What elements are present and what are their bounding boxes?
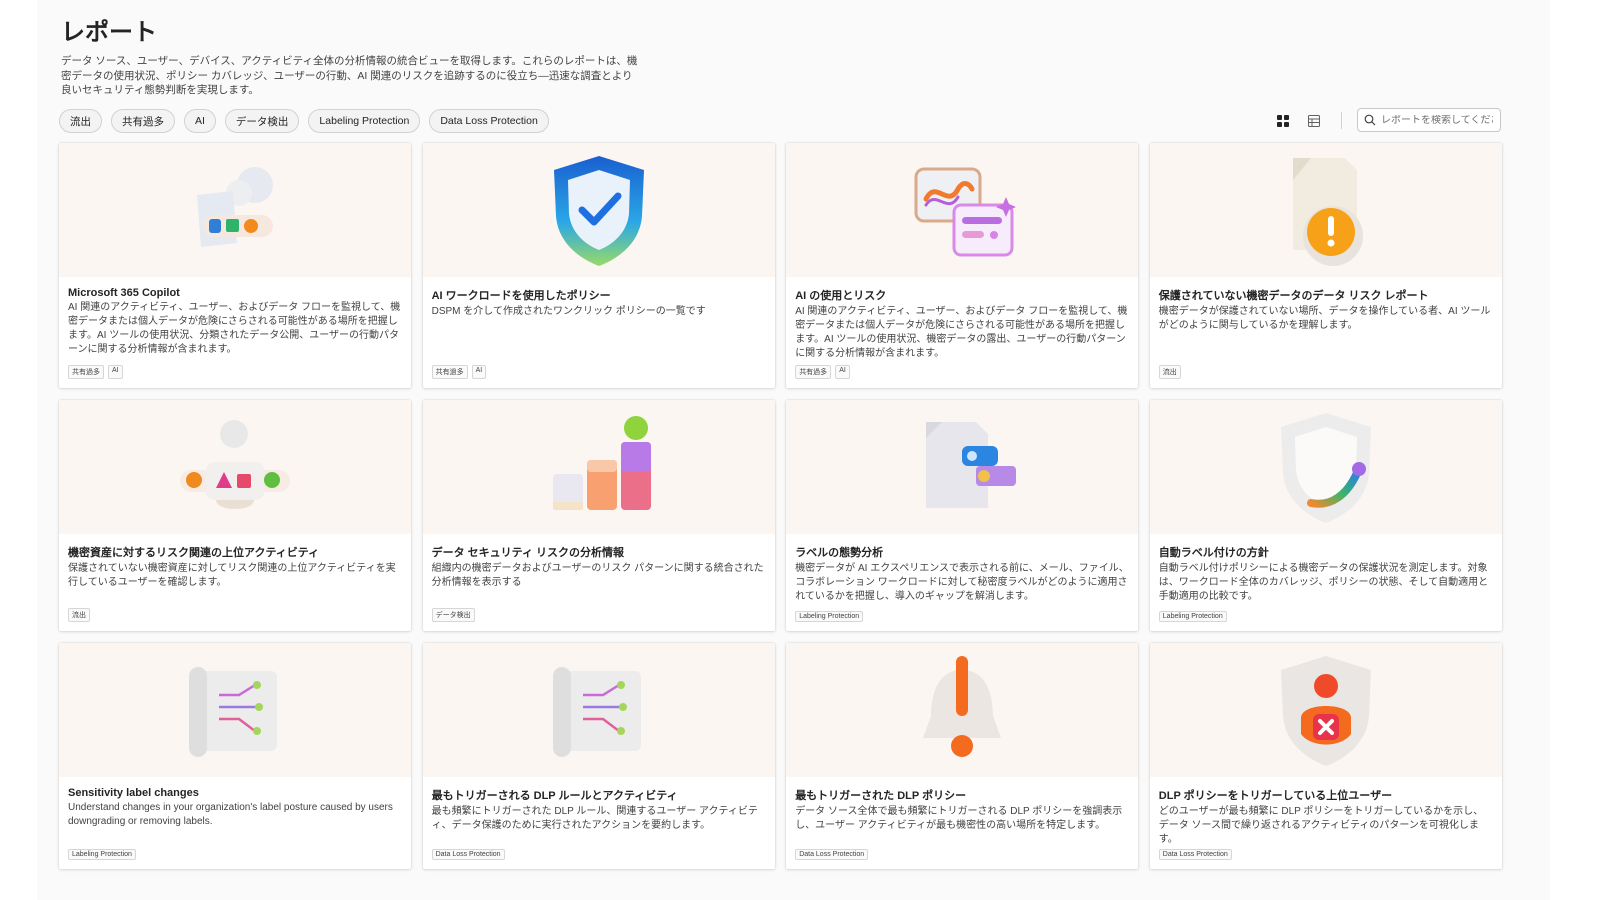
report-card-auto-labeling[interactable]: 自動ラベル付けの方針 自動ラベル付けポリシーによる機密データの保護状況を測定しま… [1149, 400, 1502, 631]
grid-view-icon [1277, 115, 1289, 127]
card-title: ラベルの態勢分析 [795, 547, 884, 559]
card-title: DLP ポリシーをトリガーしている上位ユーザー [1158, 790, 1393, 802]
card-title: Sensitivity label changes [68, 787, 199, 799]
filter-chip-oversharing[interactable]: 共有過多 [111, 109, 175, 133]
list-view-button[interactable] [1304, 111, 1324, 131]
card-title: Microsoft 365 Copilot [68, 287, 180, 299]
card-title: 自動ラベル付けの方針 [1158, 547, 1269, 559]
filter-chip-labeling-protection[interactable]: Labeling Protection [308, 109, 421, 133]
report-card-top-risky-activities[interactable]: 機密資産に対するリスク関連の上位アクティビティ 保護されていない機密資産に対して… [59, 400, 411, 631]
filter-chip-data-discovery[interactable]: データ検出 [224, 109, 300, 133]
card-description: DSPM を介して作成されたワンクリック ポリシーの一覧です [431, 306, 706, 317]
card-title: 最もトリガーされた DLP ポリシー [795, 790, 967, 802]
shield-outline-illustration [1149, 400, 1502, 534]
list-view-icon [1308, 115, 1320, 127]
report-card-top-dlp-rules[interactable]: 最もトリガーされる DLP ルールとアクティビティ 最も頻繁にトリガーされた D… [422, 643, 775, 869]
card-tag: 流出 [68, 608, 90, 622]
card-description: AI 関連のアクティビティ、ユーザー、およびデータ フローを監視して、機密データ… [795, 306, 1128, 359]
report-card-copilot[interactable]: Microsoft 365 Copilot AI 関連のアクティビティ、ユーザー… [59, 143, 411, 388]
card-tag: AI [471, 365, 487, 379]
card-description: 機密データが保護されていない場所、データを操作している者、AI ツールがどのよう… [1158, 306, 1491, 331]
filter-chip-ai[interactable]: AI [184, 109, 216, 133]
user-shapes-illustration [59, 400, 411, 534]
report-card-grid: Microsoft 365 Copilot AI 関連のアクティビティ、ユーザー… [59, 143, 1502, 870]
card-description: Understand changes in your organization'… [68, 802, 393, 827]
page-description: データ ソース、ユーザー、デバイス、アクティビティ全体の分析情報の統合ビューを取… [61, 55, 638, 96]
search-input[interactable] [1381, 114, 1493, 126]
card-title: AI ワークロードを使用したポリシー [431, 290, 611, 302]
card-description: 組織内の機密データおよびユーザーのリスク パターンに関する統合された分析情報を表… [431, 563, 764, 588]
scroll-branches-illustration [422, 643, 775, 777]
search-icon [1364, 114, 1376, 126]
report-card-data-security-risk-insights[interactable]: データ セキュリティ リスクの分析情報 組織内の機密データおよびユーザーのリスク… [422, 400, 775, 631]
card-tag: データ検出 [431, 608, 475, 622]
card-tag: AI [108, 365, 123, 379]
toolbar-divider [1341, 112, 1342, 129]
report-card-label-posture-analysis[interactable]: ラベルの態勢分析 機密データが AI エクスペリエンスで表示される前に、メール、… [786, 400, 1139, 631]
bar-chart-illustration [422, 400, 775, 534]
card-tag: AI [835, 365, 850, 379]
report-card-ai-workload-policies[interactable]: AI ワークロードを使用したポリシー DSPM を介して作成されたワンクリック … [422, 143, 775, 388]
card-description: 保護されていない機密資産に対してリスク関連の上位アクティビティを実行しているユー… [68, 563, 396, 588]
scroll-branches-illustration [59, 643, 411, 777]
report-card-ai-usage-risk[interactable]: AI の使用とリスク AI 関連のアクティビティ、ユーザー、およびデータ フロー… [786, 143, 1139, 388]
shield-check-illustration [422, 143, 775, 277]
card-tag: Labeling Protection [1158, 611, 1227, 622]
card-title: データ セキュリティ リスクの分析情報 [431, 547, 625, 559]
bell-alert-illustration [786, 643, 1139, 777]
card-tag: 共有過多 [795, 365, 832, 379]
card-description: どのユーザーが最も頻繁に DLP ポリシーをトリガーしているかを示し、データ ソ… [1158, 806, 1484, 845]
user-shield-x-illustration [1149, 643, 1502, 777]
filter-chip-exfiltration[interactable]: 流出 [59, 109, 102, 133]
page-title: レポート [61, 19, 157, 46]
card-description: 最も頻繁にトリガーされた DLP ルール、関連するユーザー アクティビティ、デー… [431, 806, 758, 831]
filter-chip-data-loss-protection[interactable]: Data Loss Protection [429, 109, 549, 133]
report-card-sensitivity-label-changes[interactable]: Sensitivity label changes Understand cha… [59, 643, 411, 869]
card-tag: 流出 [1158, 365, 1181, 379]
ai-usage-illustration [786, 143, 1139, 277]
card-description: AI 関連のアクティビティ、ユーザー、およびデータ フローを監視して、機密データ… [68, 302, 401, 355]
document-warning-illustration [1149, 143, 1502, 277]
report-card-unprotected-sensitive-data[interactable]: 保護されていない機密データのデータ リスク レポート 機密データが保護されていな… [1149, 143, 1502, 388]
card-description: 自動ラベル付けポリシーによる機密データの保護状況を測定します。対象は、ワークロー… [1158, 563, 1489, 602]
card-tag: Data Loss Protection [795, 849, 869, 860]
card-tag: 共有過多 [431, 365, 468, 379]
card-description: 機密データが AI エクスペリエンスで表示される前に、メール、ファイル、コラボレ… [795, 563, 1129, 602]
filter-bar: 流出 共有過多 AI データ検出 Labeling Protection Dat… [59, 109, 549, 133]
search-box[interactable] [1357, 108, 1501, 132]
card-tag: 共有過多 [68, 365, 104, 379]
card-title: 機密資産に対するリスク関連の上位アクティビティ [68, 547, 320, 559]
card-title: 保護されていない機密データのデータ リスク レポート [1158, 290, 1429, 302]
copilot-illustration [59, 143, 411, 277]
report-card-top-dlp-policies[interactable]: 最もトリガーされた DLP ポリシー データ ソース全体で最も頻繁にトリガーされ… [786, 643, 1139, 869]
card-tag: Data Loss Protection [431, 849, 505, 860]
card-tag: Labeling Protection [795, 611, 864, 622]
card-tag: Labeling Protection [68, 849, 136, 860]
card-title: AI の使用とリスク [795, 290, 887, 302]
card-description: データ ソース全体で最も頻繁にトリガーされる DLP ポリシーを強調表示し、ユー… [795, 806, 1123, 831]
reports-page: レポート データ ソース、ユーザー、デバイス、アクティビティ全体の分析情報の統合… [37, 0, 1550, 900]
grid-view-button[interactable] [1273, 111, 1293, 131]
card-title: 最もトリガーされる DLP ルールとアクティビティ [431, 790, 678, 802]
document-label-illustration [786, 400, 1139, 534]
report-card-top-dlp-users[interactable]: DLP ポリシーをトリガーしている上位ユーザー どのユーザーが最も頻繁に DLP… [1149, 643, 1502, 869]
card-tag: Data Loss Protection [1158, 849, 1232, 860]
